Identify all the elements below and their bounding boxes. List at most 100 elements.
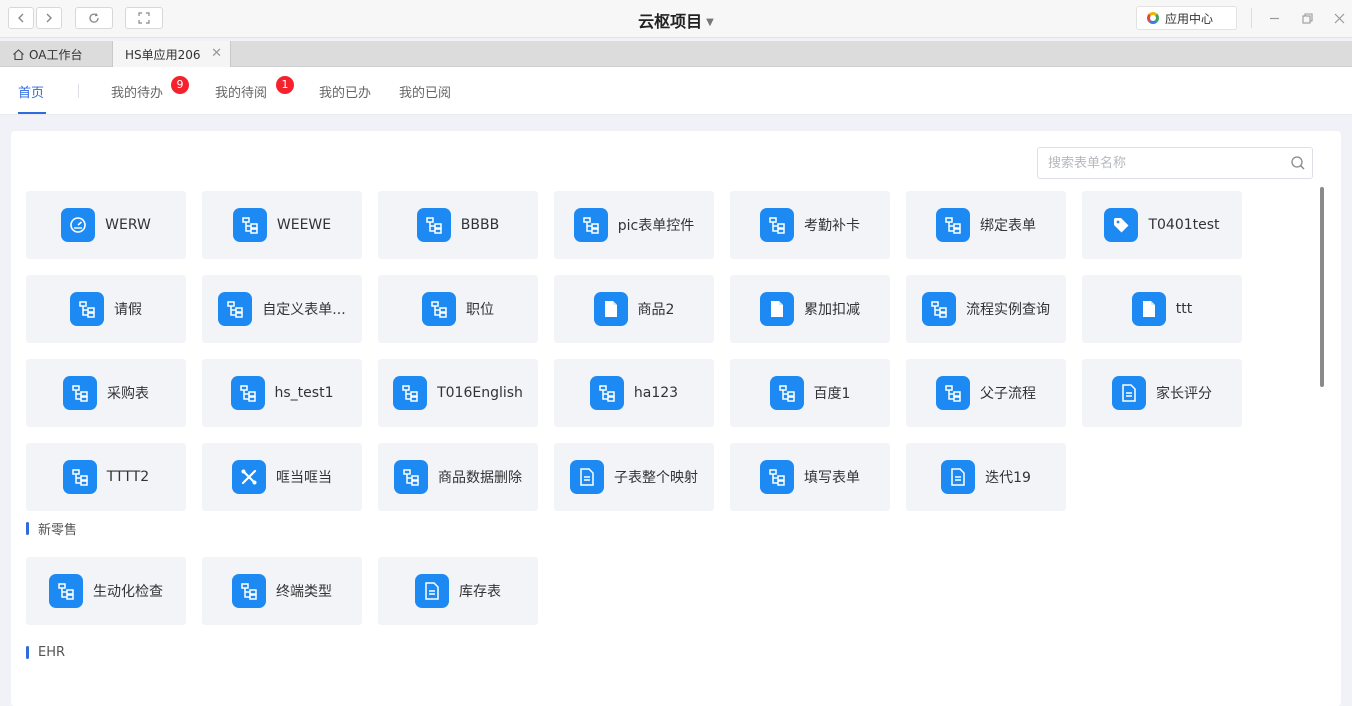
tab-hs-app[interactable]: HS单应用206 ✕	[113, 41, 231, 67]
workflow-icon	[936, 376, 970, 410]
form-tile[interactable]: 终端类型	[202, 557, 362, 625]
close-window-button[interactable]	[1330, 9, 1348, 27]
form-tile[interactable]: 填写表单	[730, 443, 890, 511]
workflow-icon	[232, 208, 267, 242]
file-icon	[760, 292, 794, 326]
form-tile[interactable]: hs_test1	[202, 359, 362, 427]
form-tile[interactable]: 哐当哐当	[202, 443, 362, 511]
tab-oa-workbench[interactable]: OA工作台	[0, 41, 113, 67]
app-center-logo-icon	[1147, 12, 1159, 24]
form-tile[interactable]: 家长评分	[1082, 359, 1242, 427]
workflow-icon	[63, 376, 97, 410]
workflow-icon	[49, 574, 83, 608]
workflow-icon	[70, 292, 104, 326]
minimize-button[interactable]	[1265, 9, 1283, 27]
app-title[interactable]: 云枢项目	[638, 12, 702, 31]
workflow-icon	[760, 208, 794, 242]
form-tile[interactable]: ttt	[1082, 275, 1242, 343]
form-tile[interactable]: 自定义表单...	[202, 275, 362, 343]
search-input[interactable]	[1048, 148, 1278, 178]
form-tile-label: 商品数据删除	[438, 470, 522, 486]
search-icon[interactable]	[1290, 155, 1306, 171]
form-tile-label: ha123	[633, 385, 679, 401]
form-tile[interactable]: 商品2	[554, 275, 714, 343]
workflow-icon	[936, 208, 970, 242]
form-tile[interactable]: BBBB	[378, 191, 538, 259]
form-tile-label: 采购表	[107, 386, 149, 402]
nav-todo[interactable]: 我的待办 9	[111, 76, 189, 101]
form-tile[interactable]: 父子流程	[906, 359, 1066, 427]
form-tile[interactable]: 流程实例查询	[906, 275, 1066, 343]
close-tab-icon[interactable]: ✕	[211, 47, 222, 60]
back-button[interactable]	[8, 7, 34, 29]
workflow-icon	[218, 292, 253, 326]
tab-label: HS单应用206	[125, 47, 201, 62]
form-tile[interactable]: 子表整个映射	[554, 443, 714, 511]
forward-button[interactable]	[36, 7, 62, 29]
form-tile-label: hs_test1	[274, 385, 334, 401]
form-tile-label: 职位	[466, 302, 494, 318]
form-tile[interactable]: 商品数据删除	[378, 443, 538, 511]
workflow-icon	[760, 460, 794, 494]
form-tile[interactable]: 考勤补卡	[730, 191, 890, 259]
form-tile[interactable]: 采购表	[26, 359, 186, 427]
search-box	[1037, 147, 1313, 179]
fullscreen-button[interactable]	[125, 7, 163, 29]
document-icon	[1112, 376, 1146, 410]
form-tile[interactable]: 百度1	[730, 359, 890, 427]
form-tile-label: 考勤补卡	[804, 218, 860, 234]
form-tile-label: 库存表	[459, 584, 501, 600]
caret-down-icon[interactable]: ▼	[706, 17, 714, 28]
form-tile-label: WEEWE	[276, 217, 332, 233]
file-icon	[1131, 292, 1166, 326]
home-icon	[13, 48, 24, 60]
divider	[78, 84, 79, 98]
nav-done[interactable]: 我的已办	[319, 82, 371, 101]
nav-read[interactable]: 我的已阅	[399, 82, 451, 101]
fullscreen-icon	[138, 12, 150, 24]
nav-label: 我的待办	[111, 86, 164, 101]
document-icon	[570, 460, 604, 494]
nav-label: 我的待阅	[215, 86, 268, 101]
form-tile[interactable]: ha123	[554, 359, 714, 427]
tools-icon	[232, 460, 266, 494]
workflow-icon	[416, 208, 451, 242]
close-icon	[1334, 13, 1344, 23]
form-tile-label: 流程实例查询	[966, 302, 1050, 318]
chevron-left-icon	[18, 13, 24, 23]
form-tile[interactable]: 迭代19	[906, 443, 1066, 511]
nav-to-read[interactable]: 我的待阅 1	[215, 76, 294, 101]
form-tile-label: 终端类型	[276, 584, 332, 600]
refresh-icon	[89, 13, 99, 23]
form-tile-label: 自定义表单...	[262, 302, 346, 318]
form-tile[interactable]: 累加扣减	[730, 275, 890, 343]
workflow-icon	[422, 292, 456, 326]
form-tile[interactable]: WEEWE	[202, 191, 362, 259]
form-tile-label: 父子流程	[980, 386, 1036, 402]
form-tile-label: WERW	[105, 217, 151, 233]
form-tile[interactable]: T0401test	[1082, 191, 1242, 259]
refresh-button[interactable]	[75, 7, 113, 29]
form-tile-label: 绑定表单	[980, 218, 1036, 234]
nav-home[interactable]: 首页	[18, 82, 44, 101]
form-tile[interactable]: TTTT2	[26, 443, 186, 511]
scrollbar[interactable]	[1320, 187, 1324, 387]
document-icon	[941, 460, 976, 494]
form-tile[interactable]: 生动化检查	[26, 557, 186, 625]
form-tile[interactable]: pic表单控件	[554, 191, 714, 259]
form-tile[interactable]: 请假	[26, 275, 186, 343]
section-title: 新零售	[38, 523, 78, 538]
form-tile[interactable]: 职位	[378, 275, 538, 343]
form-tile[interactable]: 库存表	[378, 557, 538, 625]
form-tile[interactable]: 绑定表单	[906, 191, 1066, 259]
form-tile[interactable]: T016English	[378, 359, 538, 427]
form-tile-label: 哐当哐当	[276, 470, 332, 486]
todo-count-badge: 9	[171, 76, 189, 94]
app-center-button[interactable]: 应用中心	[1136, 6, 1237, 30]
restore-button[interactable]	[1298, 9, 1316, 27]
form-tile[interactable]: WERW	[26, 191, 186, 259]
app-center-label: 应用中心	[1165, 11, 1214, 26]
workflow-icon	[230, 376, 265, 410]
form-tile-label: pic表单控件	[617, 218, 695, 234]
nav-label: 首页	[18, 86, 45, 101]
